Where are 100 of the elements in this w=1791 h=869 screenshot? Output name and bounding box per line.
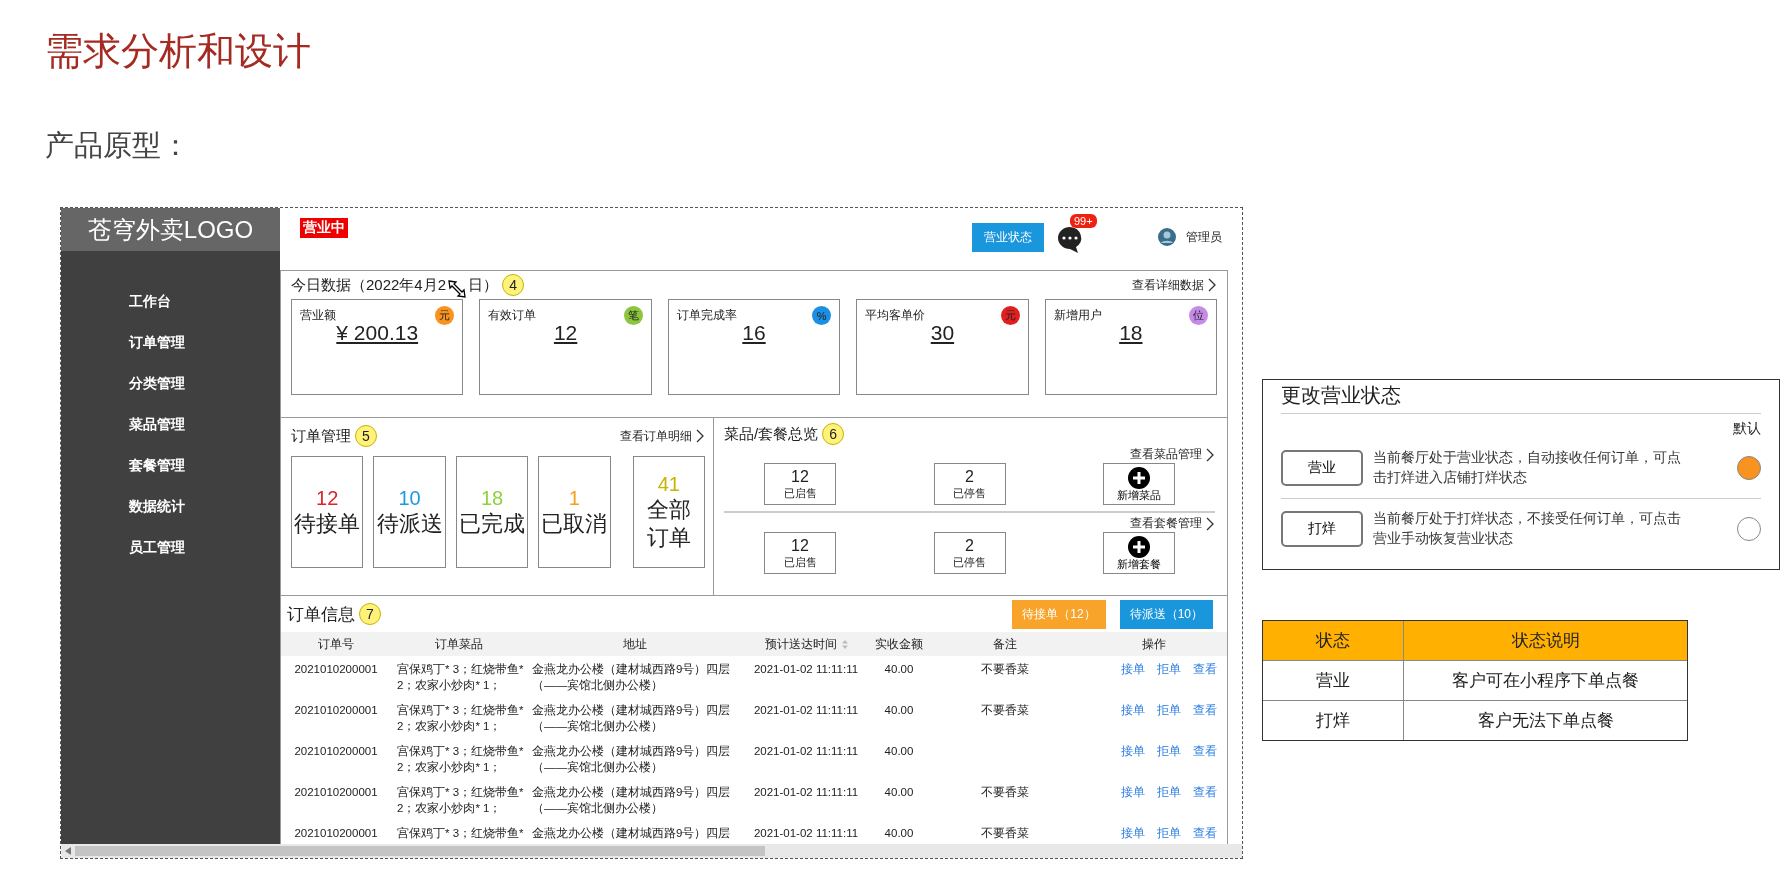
action-link[interactable]: 查看 xyxy=(1193,825,1217,841)
stat-label: 订单完成率 xyxy=(676,307,737,324)
table-cell-text: 40.00 xyxy=(884,662,914,677)
section-title: 菜品/套餐总览 xyxy=(724,424,819,444)
table-cell-text: 营业 xyxy=(1315,670,1351,692)
sidebar-item[interactable]: 员工管理 xyxy=(129,537,185,558)
number-badge: 4 xyxy=(502,274,525,296)
radio-button[interactable] xyxy=(1737,456,1761,480)
section-title: 日） xyxy=(468,275,499,295)
table-cell-text: 40.00 xyxy=(884,703,914,718)
column-header: 状态说明 xyxy=(1403,621,1687,660)
action-link[interactable]: 拒单 xyxy=(1157,784,1181,800)
plus-icon xyxy=(1128,535,1150,558)
action-link[interactable]: 接单 xyxy=(1121,661,1145,677)
status-count: 1 xyxy=(568,486,580,510)
status-tile[interactable]: 10 待派送 xyxy=(373,456,446,568)
message-count: 99+ xyxy=(1070,214,1097,228)
table-cell-text: 金燕龙办公楼（建材城西路9号）四层（——宾馆北侧办公楼） xyxy=(531,744,732,775)
stat-value: 12 xyxy=(553,321,578,345)
sidebar-item[interactable]: 订单管理 xyxy=(129,332,185,353)
count-label: 已启售 xyxy=(783,485,817,501)
sort-icon[interactable] xyxy=(841,639,848,649)
radio-button[interactable] xyxy=(1737,517,1761,541)
column-header: 操作 xyxy=(1141,636,1166,652)
stat-icon: 位 xyxy=(1189,306,1209,325)
resize-cursor-icon xyxy=(447,279,468,299)
count-value: 12 xyxy=(791,467,809,486)
status-count: 41 xyxy=(657,472,680,496)
action-link[interactable]: 查看 xyxy=(1193,661,1217,677)
stat-label: 新增用户 xyxy=(1053,307,1102,324)
stat-label: 营业额 xyxy=(300,307,336,324)
chevron-icon xyxy=(1208,278,1217,292)
add-button[interactable]: 新增套餐 xyxy=(1103,532,1175,574)
table-cell-text: 40.00 xyxy=(884,785,914,800)
action-link[interactable]: 拒单 xyxy=(1157,661,1181,677)
panel-title: 更改营业状态 xyxy=(1281,380,1761,414)
sidebar-item[interactable]: 工作台 xyxy=(129,291,171,312)
chat-icon[interactable] xyxy=(1056,224,1084,254)
sidebar-item[interactable]: 数据统计 xyxy=(129,496,185,517)
status-tile[interactable]: 18 已完成 xyxy=(455,456,529,568)
action-link[interactable]: 接单 xyxy=(1121,825,1145,841)
column-header: 订单号 xyxy=(318,636,354,652)
action-link[interactable]: 拒单 xyxy=(1157,702,1181,718)
status-tile[interactable]: 41 全部订单 xyxy=(632,456,706,568)
table-cell: 不要香菜 xyxy=(981,827,1029,839)
action-link[interactable]: 拒单 xyxy=(1157,743,1181,759)
action-link[interactable]: 接单 xyxy=(1121,702,1145,718)
action-link[interactable]: 查看 xyxy=(1193,784,1217,800)
status-label: 全部订单 xyxy=(645,495,692,552)
table-cell-text: 宫保鸡丁* 3；红烧带鱼* 2；农家小炒肉* 1； xyxy=(396,662,525,693)
count-label: 已启售 xyxy=(783,554,817,570)
status-option-button[interactable]: 营业 xyxy=(1281,450,1363,486)
stat-label: 平均客单价 xyxy=(865,307,926,324)
action-link[interactable]: 接单 xyxy=(1121,784,1145,800)
number-badge: 5 xyxy=(355,425,377,447)
logo: 苍穹外卖LOGO xyxy=(61,208,280,251)
page-title: 需求分析和设计 xyxy=(45,29,311,74)
section-title: 今日数据（2022年4月2 xyxy=(291,275,447,295)
chevron-icon xyxy=(696,429,705,443)
status-badge: 营业中 xyxy=(300,218,348,238)
avatar-icon[interactable] xyxy=(1158,228,1176,246)
table-cell-text: 2021-01-02 11:11:11 xyxy=(753,703,859,718)
table-cell-text: 宫保鸡丁* 3；红烧带鱼* xyxy=(396,826,524,841)
column-header: 状态 xyxy=(1315,630,1351,652)
table-cell-text: 宫保鸡丁* 3；红烧带鱼* 2；农家小炒肉* 1； xyxy=(396,785,525,816)
table-cell-text: 宫保鸡丁* 3；红烧带鱼* 2；农家小炒肉* 1； xyxy=(396,744,525,775)
sidebar-item[interactable]: 分类管理 xyxy=(129,373,185,394)
table-cell-text: 金燕龙办公楼（建材城西路9号）四层（——宾馆北侧办公楼） xyxy=(531,785,732,816)
table-cell-text: 2021010200001 xyxy=(294,703,378,718)
chevron-icon xyxy=(1206,516,1215,531)
horizontal-scrollbar[interactable] xyxy=(61,844,1242,858)
stat-label: 有效订单 xyxy=(488,307,537,324)
details-link[interactable]: 查看订单明细 xyxy=(620,427,705,445)
status-tile[interactable]: 12 待接单 xyxy=(291,456,364,568)
left-arrow-icon[interactable] xyxy=(65,847,71,855)
action-link[interactable]: 接单 xyxy=(1121,743,1145,759)
table-cell-text: 2021-01-02 11:11:11 xyxy=(753,744,859,759)
number-badge: 6 xyxy=(822,423,845,445)
sidebar-item[interactable]: 菜品管理 xyxy=(129,414,185,435)
table-cell-text: 金燕龙办公楼（建材城西路9号）四层（——宾馆北侧办公楼） xyxy=(531,662,732,693)
sidebar-item[interactable]: 套餐管理 xyxy=(129,455,185,476)
manage-link[interactable]: 查看菜品管理 xyxy=(1130,446,1215,463)
stat-icon: 元 xyxy=(435,306,455,325)
status-option-button[interactable]: 打烊 xyxy=(1281,511,1363,547)
number-badge: 7 xyxy=(359,603,381,625)
stat-value: 30 xyxy=(930,321,955,345)
count-label: 已停售 xyxy=(953,554,986,570)
stat-value: 18 xyxy=(1119,321,1143,345)
action-link[interactable]: 查看 xyxy=(1193,702,1217,718)
section-title: 订单管理 xyxy=(291,426,351,446)
details-link[interactable]: 查看详细数据 xyxy=(1132,276,1217,294)
status-tile[interactable]: 1 已取消 xyxy=(538,456,611,568)
manage-link[interactable]: 查看套餐管理 xyxy=(1130,515,1215,532)
option-description: 当前餐厅处于营业状态，自动接收任何订单，可点击打烊进入店铺打烊状态 xyxy=(1373,449,1682,487)
user-name[interactable]: 管理员 xyxy=(1186,228,1222,246)
add-button[interactable]: 新增菜品 xyxy=(1103,463,1175,505)
table-cell-text: 2021010200001 xyxy=(294,785,378,800)
column-header: 订单菜品 xyxy=(434,636,483,652)
action-link[interactable]: 拒单 xyxy=(1157,825,1181,841)
action-link[interactable]: 查看 xyxy=(1193,743,1217,759)
